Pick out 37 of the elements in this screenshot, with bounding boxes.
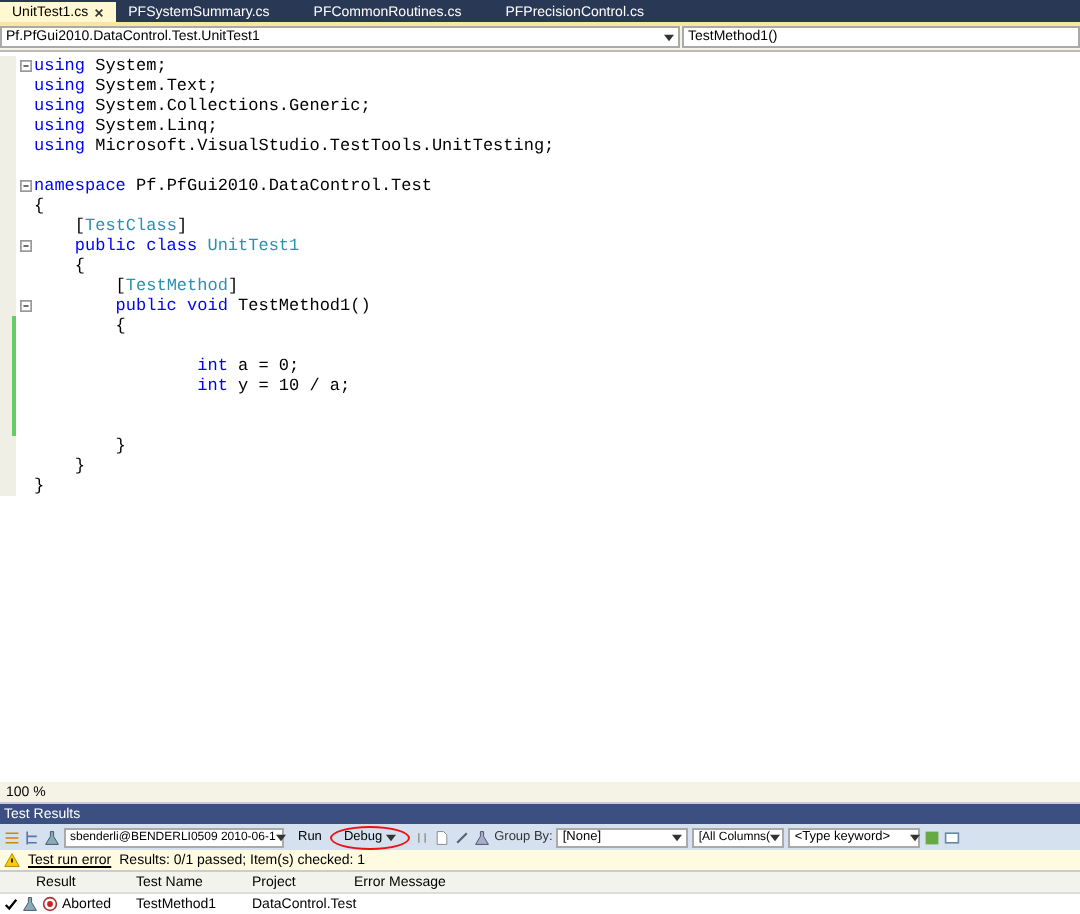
code-line: } <box>72 456 86 476</box>
code-line: int y = 10 / a; <box>195 376 351 396</box>
caret-icon <box>770 833 781 841</box>
collapse-icon[interactable] <box>19 240 31 252</box>
code-line: public class UnitTest1 <box>72 236 300 256</box>
code-line: using System.Collections.Generic; <box>34 96 371 116</box>
caret-icon <box>672 833 683 841</box>
window-icon[interactable] <box>944 829 961 845</box>
caret-icon <box>386 833 397 841</box>
flask-icon[interactable] <box>474 829 491 845</box>
tree-icon[interactable] <box>24 829 40 845</box>
code-line: [TestMethod] <box>113 276 239 296</box>
code-line: } <box>34 476 45 496</box>
code-line: using System; <box>34 56 167 76</box>
collapse-icon[interactable] <box>19 60 31 72</box>
caret-icon <box>664 33 674 41</box>
code-line: } <box>113 436 126 456</box>
pen-icon[interactable] <box>454 829 471 845</box>
code-line: [TestClass] <box>72 216 188 236</box>
code-line: using Microsoft.VisualStudio.TestTools.UnitTesting; <box>34 136 555 156</box>
flask-icon[interactable] <box>44 829 60 845</box>
code-line: { <box>113 316 126 336</box>
code-line: int a = 0; <box>195 356 300 376</box>
document-icon[interactable] <box>434 829 451 845</box>
code-line: using System.Text; <box>34 76 218 96</box>
row-checkbox[interactable] <box>4 897 18 911</box>
code-line: { <box>72 256 86 276</box>
code-line: public void TestMethod1() <box>113 296 371 316</box>
code-line: { <box>34 196 45 216</box>
code-line: using System.Linq; <box>34 116 218 136</box>
close-icon[interactable] <box>94 7 105 17</box>
collapse-icon[interactable] <box>19 180 31 192</box>
caret-icon <box>910 833 921 841</box>
collapse-icon[interactable] <box>19 300 31 312</box>
warning-icon <box>4 852 20 868</box>
code-line: namespace Pf.PfGui2010.DataControl.Test <box>34 176 432 196</box>
caret-icon <box>275 833 286 841</box>
